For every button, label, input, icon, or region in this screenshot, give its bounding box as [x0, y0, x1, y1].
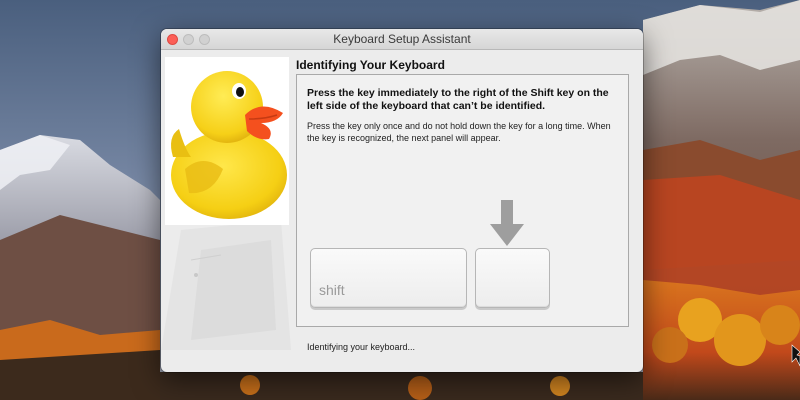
panel-heading: Identifying Your Keyboard	[296, 58, 445, 72]
instruction-panel: Press the key immediately to the right o…	[296, 74, 629, 327]
shift-key-label: shift	[319, 282, 345, 298]
keyboard-setup-window: Keyboard Setup Assistant Identifying You…	[161, 29, 643, 372]
instruction-secondary: Press the key only once and do not hold …	[307, 121, 611, 143]
target-key	[475, 248, 550, 308]
instruction-primary: Press the key immediately to the right o…	[307, 87, 609, 112]
rubber-duck-image	[165, 57, 289, 225]
shift-key: shift	[310, 248, 467, 308]
arrow-down-icon	[490, 200, 524, 246]
window-title: Keyboard Setup Assistant	[333, 32, 471, 46]
title-bar[interactable]: Keyboard Setup Assistant	[161, 29, 643, 50]
status-text: Identifying your keyboard...	[307, 342, 416, 352]
